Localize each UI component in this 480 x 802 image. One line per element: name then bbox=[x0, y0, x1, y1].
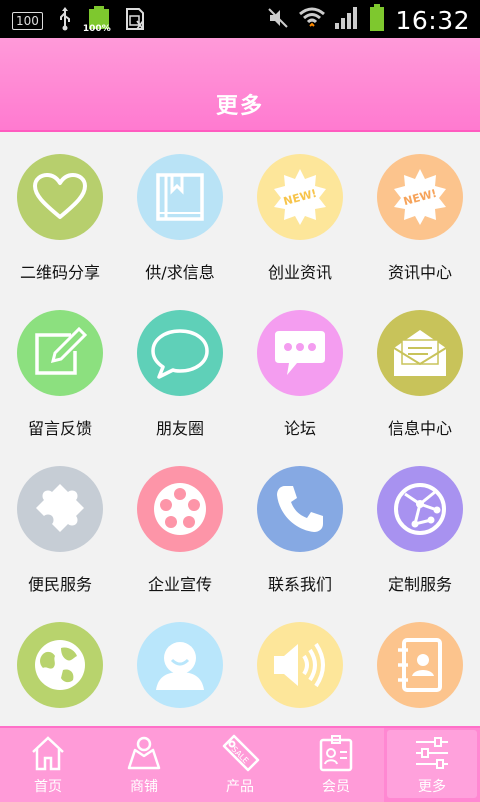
status-bar-system: 16:32 bbox=[267, 4, 470, 36]
menu-item-label: 留言反馈 bbox=[27, 419, 92, 438]
tab-label: 商铺 bbox=[130, 779, 158, 795]
home-icon bbox=[30, 734, 66, 776]
heart-icon bbox=[17, 154, 103, 240]
menu-item-label: 创业资讯 bbox=[267, 263, 332, 282]
tab-shop[interactable]: 商铺 bbox=[96, 728, 192, 802]
status-bar: 100 100% 16:32 bbox=[0, 0, 480, 38]
menu-item-feedback[interactable]: 留言反馈 bbox=[0, 288, 120, 438]
menu-item-label: 定制服务 bbox=[387, 575, 452, 594]
menu-item-news-center[interactable]: NEW! 资讯中心 bbox=[360, 132, 480, 282]
contacts-book-icon bbox=[377, 622, 463, 708]
world-icon bbox=[17, 622, 103, 708]
user-face-icon bbox=[137, 622, 223, 708]
menu-item-world[interactable] bbox=[0, 600, 120, 726]
new-badge-icon: NEW! bbox=[257, 154, 343, 240]
battery-icon bbox=[369, 4, 385, 36]
menu-item-qr-share[interactable]: 二维码分享 bbox=[0, 132, 120, 282]
usb-icon bbox=[57, 7, 73, 35]
mute-icon bbox=[267, 7, 289, 33]
menu-item-moments[interactable]: 朋友圈 bbox=[120, 288, 240, 438]
book-icon bbox=[137, 154, 223, 240]
wifi-icon bbox=[299, 6, 326, 34]
menu-item-label: 资讯中心 bbox=[387, 263, 452, 282]
speaker-icon bbox=[257, 622, 343, 708]
clock: 16:32 bbox=[395, 5, 470, 35]
menu-item-contacts[interactable] bbox=[360, 600, 480, 726]
sale-tag-icon: SALE bbox=[220, 734, 260, 776]
phone-icon bbox=[257, 466, 343, 552]
menu-item-label: 论坛 bbox=[283, 419, 316, 438]
battery-full-icon: 100% bbox=[83, 6, 111, 36]
shop-icon bbox=[125, 734, 163, 776]
menu-item-forum[interactable]: 论坛 bbox=[240, 288, 360, 438]
menu-item-label: 便民服务 bbox=[27, 575, 92, 594]
film-reel-icon bbox=[137, 466, 223, 552]
settings-sliders-icon bbox=[413, 734, 451, 776]
bottom-tab-bar: 首页 商铺 SALE 产品 会员 更多 bbox=[0, 726, 480, 802]
notification-100-icon: 100 bbox=[12, 12, 43, 30]
tab-label: 首页 bbox=[34, 779, 62, 795]
menu-item-label: 二维码分享 bbox=[19, 263, 100, 282]
globe-network-icon bbox=[377, 466, 463, 552]
menu-item-startup-news[interactable]: NEW! 创业资讯 bbox=[240, 132, 360, 282]
battery-percent-text: 100% bbox=[82, 24, 111, 34]
sim-card-icon bbox=[125, 7, 145, 35]
signal-icon bbox=[335, 7, 359, 33]
menu-item-label: 信息中心 bbox=[387, 419, 452, 438]
message-icon bbox=[257, 310, 343, 396]
tab-label: 产品 bbox=[226, 779, 254, 795]
menu-item-convenience-services[interactable]: 便民服务 bbox=[0, 444, 120, 594]
tab-products[interactable]: SALE 产品 bbox=[192, 728, 288, 802]
menu-item-label: 朋友圈 bbox=[155, 419, 204, 438]
edit-icon bbox=[17, 310, 103, 396]
tab-more[interactable]: 更多 bbox=[384, 728, 480, 802]
menu-item-label: 联系我们 bbox=[267, 575, 332, 594]
tab-member[interactable]: 会员 bbox=[288, 728, 384, 802]
status-bar-notifications: 100 100% bbox=[12, 6, 145, 36]
page-title: 更多 bbox=[215, 94, 264, 119]
menu-item-corporate-promo[interactable]: 企业宣传 bbox=[120, 444, 240, 594]
member-card-icon bbox=[318, 734, 354, 776]
menu-item-label: 企业宣传 bbox=[147, 575, 212, 594]
tab-home[interactable]: 首页 bbox=[0, 728, 96, 802]
menu-grid: 二维码分享 供/求信息 NEW! 创业资讯 NEW! 资讯中心 留言反馈 朋友圈 bbox=[0, 132, 480, 726]
new-badge-icon: NEW! bbox=[377, 154, 463, 240]
menu-item-label: 供/求信息 bbox=[145, 263, 215, 282]
app-header: 更多 bbox=[0, 38, 480, 132]
menu-item-user[interactable] bbox=[120, 600, 240, 726]
tab-label: 会员 bbox=[322, 779, 350, 795]
puzzle-icon bbox=[17, 466, 103, 552]
menu-item-message-center[interactable]: 信息中心 bbox=[360, 288, 480, 438]
envelope-icon bbox=[377, 310, 463, 396]
menu-item-audio[interactable] bbox=[240, 600, 360, 726]
tab-label: 更多 bbox=[418, 779, 446, 795]
menu-item-supply-demand[interactable]: 供/求信息 bbox=[120, 132, 240, 282]
menu-item-custom-services[interactable]: 定制服务 bbox=[360, 444, 480, 594]
chat-bubble-icon bbox=[137, 310, 223, 396]
menu-item-contact-us[interactable]: 联系我们 bbox=[240, 444, 360, 594]
